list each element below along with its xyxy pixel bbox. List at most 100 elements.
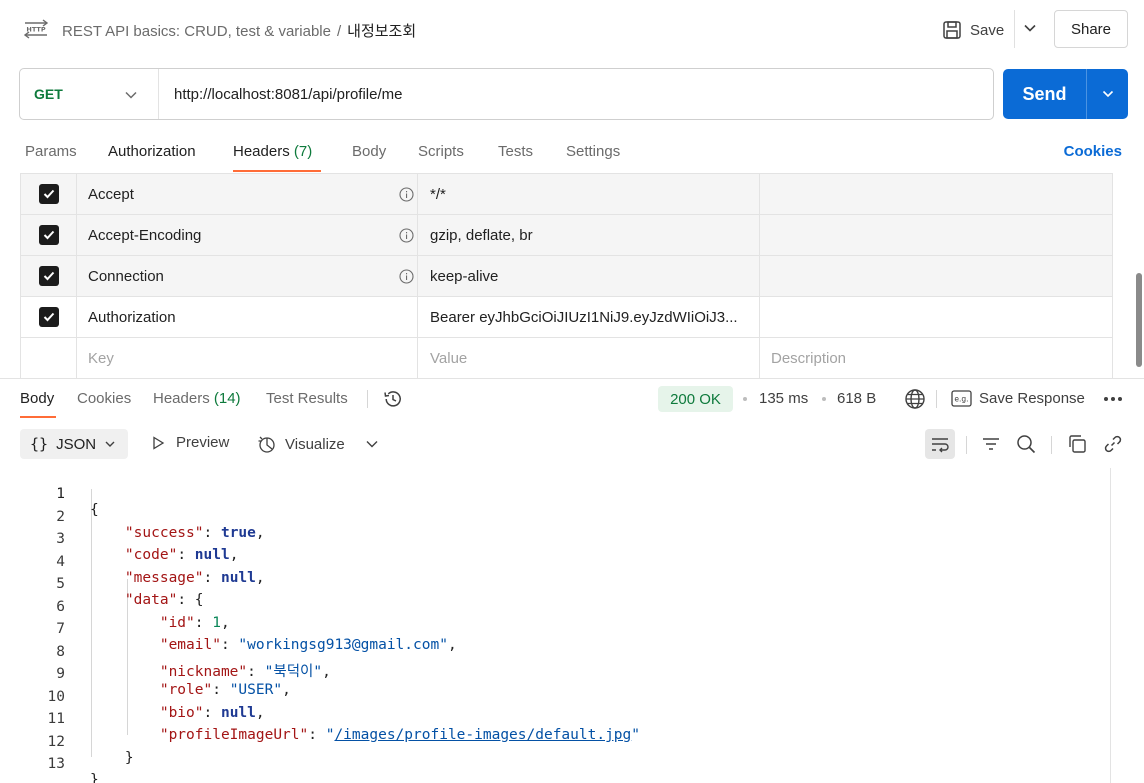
code-line: 4 "message": null, — [0, 538, 1110, 586]
save-response-icon: e.g. — [951, 390, 972, 407]
header-description[interactable] — [760, 215, 1112, 255]
response-tab-cookies[interactable]: Cookies — [77, 390, 131, 407]
send-options-button[interactable] — [1087, 69, 1128, 119]
code-line: 3 "code": null, — [0, 515, 1110, 563]
header-description[interactable] — [760, 256, 1112, 296]
breadcrumb-request-name[interactable]: 내정보조회 — [347, 23, 416, 40]
scrollbar[interactable] — [1136, 273, 1142, 367]
code-line: 11 "profileImageUrl": "/images/profile-i… — [0, 695, 1110, 743]
history-icon[interactable] — [383, 389, 403, 409]
row-checkbox[interactable] — [38, 307, 59, 327]
tab-body[interactable]: Body — [352, 143, 386, 160]
separator-dot — [743, 397, 747, 401]
header-description[interactable] — [760, 297, 1112, 337]
header-value[interactable]: Bearer eyJhbGciOiJIUzI1NiJ9.eyJzdWIiOiJ3… — [430, 309, 738, 326]
cookies-link[interactable]: Cookies — [1064, 143, 1122, 160]
row-checkbox[interactable] — [38, 225, 59, 245]
send-button[interactable]: Send — [1003, 69, 1086, 119]
tab-params[interactable]: Params — [25, 143, 77, 160]
chevron-down-icon[interactable] — [365, 437, 379, 451]
svg-text:e.g.: e.g. — [954, 395, 968, 404]
save-response-button[interactable]: Save Response — [979, 390, 1085, 407]
globe-icon[interactable] — [904, 388, 926, 410]
key-placeholder[interactable]: Key — [88, 350, 114, 367]
url-input[interactable] — [159, 69, 993, 119]
active-tab-indicator — [20, 416, 56, 418]
format-label: JSON — [56, 435, 97, 453]
tab-settings[interactable]: Settings — [566, 143, 620, 160]
status-badge[interactable]: 200 OK — [658, 386, 733, 412]
divider — [1014, 10, 1015, 48]
url-bar: GET — [19, 68, 994, 120]
code-line: 12 } — [0, 718, 1110, 766]
code-text: } — [90, 772, 99, 783]
method-label: GET — [34, 86, 63, 102]
method-select[interactable]: GET — [20, 69, 159, 119]
tab-authorization[interactable]: Authorization — [108, 143, 196, 160]
breadcrumb-collection[interactable]: REST API basics: CRUD, test & variable — [62, 23, 331, 40]
response-time[interactable]: 135 ms — [759, 390, 808, 407]
breadcrumb-separator: / — [336, 23, 342, 40]
info-icon[interactable] — [399, 187, 414, 202]
copy-icon[interactable] — [1067, 434, 1087, 454]
response-tabs: Body Cookies Headers (14) Test Results 2… — [0, 380, 1144, 418]
header-value[interactable]: gzip, deflate, br — [430, 227, 533, 244]
response-tab-headers-label: Headers — [153, 390, 210, 407]
description-placeholder[interactable]: Description — [771, 350, 846, 367]
tab-scripts[interactable]: Scripts — [418, 143, 464, 160]
visualize-icon — [258, 436, 275, 453]
editor-scroll-track[interactable] — [1110, 468, 1111, 783]
breadcrumb: REST API basics: CRUD, test & variable / 내… — [62, 20, 416, 41]
header-key[interactable]: Connection — [88, 268, 164, 285]
header-key[interactable]: Accept-Encoding — [88, 227, 201, 244]
response-size[interactable]: 618 B — [837, 390, 876, 407]
header-description[interactable] — [760, 174, 1112, 214]
response-tab-body[interactable]: Body — [20, 390, 54, 407]
wrap-lines-button[interactable] — [925, 429, 955, 459]
more-options-icon[interactable] — [1103, 396, 1123, 402]
code-line: 6 "id": 1, — [0, 583, 1110, 631]
header-value[interactable]: keep-alive — [430, 268, 498, 285]
row-checkbox[interactable] — [38, 184, 59, 204]
code-line: 7 "email": "workingsg913@gmail.com", — [0, 605, 1110, 653]
table-row-new: Key Value Description — [21, 338, 1112, 379]
code-line: 13 } — [0, 740, 1110, 783]
response-tab-headers[interactable]: Headers (14) — [153, 390, 241, 407]
response-body-editor[interactable]: 1 { 2 "success": true, 3 "code": null, 4… — [0, 468, 1110, 783]
search-icon[interactable] — [1016, 434, 1036, 454]
preview-button[interactable]: Preview — [150, 434, 229, 451]
play-icon — [153, 435, 165, 450]
check-icon — [43, 271, 54, 281]
tab-headers[interactable]: Headers (7) — [233, 143, 312, 160]
tab-tests[interactable]: Tests — [498, 143, 533, 160]
save-button[interactable]: Save — [942, 16, 1004, 44]
response-tab-test-results[interactable]: Test Results — [266, 390, 348, 407]
info-icon[interactable] — [399, 228, 414, 243]
pane-divider[interactable] — [0, 378, 1144, 379]
code-line: 1 { — [0, 470, 1110, 518]
code-line: 8 "nickname": "북덕이", — [0, 628, 1110, 680]
filter-icon[interactable] — [981, 434, 1001, 454]
table-row: Connection keep-alive — [21, 256, 1112, 297]
format-select[interactable]: {} JSON — [20, 429, 128, 459]
link-icon[interactable] — [1103, 434, 1123, 454]
save-options-chevron-down-icon[interactable] — [1022, 20, 1038, 36]
active-tab-indicator — [233, 170, 321, 172]
check-icon — [43, 312, 54, 322]
tab-headers-count: (7) — [293, 143, 313, 160]
response-tab-headers-count: (14) — [213, 390, 241, 407]
code-line: 5 "data": { — [0, 560, 1110, 608]
tab-headers-label: Headers — [233, 143, 290, 160]
divider — [1051, 436, 1052, 454]
chevron-down-icon — [1102, 90, 1113, 98]
share-button[interactable]: Share — [1054, 10, 1128, 48]
info-icon[interactable] — [399, 269, 414, 284]
visualize-button[interactable]: Visualize — [257, 434, 345, 454]
code-line: 9 "role": "USER", — [0, 650, 1110, 698]
header-key[interactable]: Authorization — [88, 309, 176, 326]
header-value[interactable]: */* — [430, 186, 446, 203]
http-icon: HTTP — [24, 19, 48, 39]
header-key[interactable]: Accept — [88, 186, 134, 203]
value-placeholder[interactable]: Value — [430, 350, 467, 367]
row-checkbox[interactable] — [38, 266, 59, 286]
